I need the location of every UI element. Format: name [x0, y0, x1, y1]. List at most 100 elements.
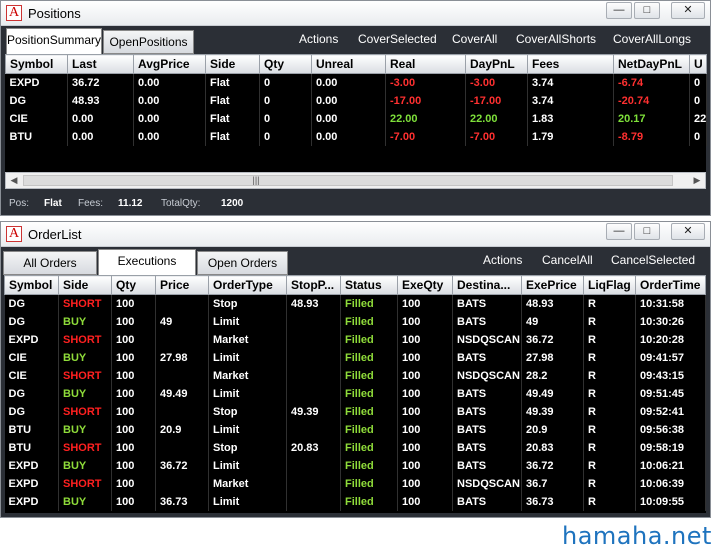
cell-exe-qty: 100	[397, 492, 453, 511]
tab-open-positions[interactable]: OpenPositions	[103, 30, 194, 54]
orderlist-window: A OrderList — □ ✕ All Orders Executions …	[0, 221, 711, 518]
table-row[interactable]: EXPD SHORT 100 Market Filled 100 NSDQSCAN 36.7 R…	[4, 474, 706, 493]
tab-open-orders[interactable]: Open Orders	[197, 251, 288, 275]
cell-qty: 100	[111, 384, 156, 403]
col-last[interactable]: Last	[67, 54, 134, 74]
cell-exe-qty: 100	[397, 420, 453, 439]
close-button[interactable]: ✕	[671, 2, 705, 19]
table-row[interactable]: CIE 0.00 0.00 Flat 0 0.00 22.00 22.00 1.…	[5, 109, 707, 128]
cell-liq-flag: R	[583, 348, 636, 367]
col-status[interactable]: Status	[340, 275, 398, 295]
minimize-button[interactable]: —	[606, 223, 632, 240]
cell-order-time: 10:20:28	[635, 330, 706, 349]
cover-all-shorts-button[interactable]: CoverAllShorts	[516, 32, 596, 46]
col-real[interactable]: Real	[385, 54, 466, 74]
table-row[interactable]: CIE BUY 100 27.98 Limit Filled 100 BATS 27.98 R 09…	[4, 348, 706, 367]
col-qty[interactable]: Qty	[259, 54, 312, 74]
col-qty[interactable]: Qty	[111, 275, 156, 295]
cell-exe-price: 20.9	[521, 420, 584, 439]
cell-stop-price	[286, 474, 341, 493]
cell-last: 36.72	[67, 73, 134, 92]
table-row[interactable]: BTU BUY 100 20.9 Limit Filled 100 BATS 20.9 R 09:5…	[4, 420, 706, 439]
col-day-pnl[interactable]: DayPnL	[465, 54, 528, 74]
col-exe-price[interactable]: ExePrice	[521, 275, 584, 295]
col-symbol[interactable]: Symbol	[4, 275, 59, 295]
col-unreal[interactable]: Unreal	[311, 54, 386, 74]
cell-qty: 100	[111, 456, 156, 475]
col-order-time[interactable]: OrderTime	[635, 275, 706, 295]
positions-tabbar: PositionSummary OpenPositions Actions Co…	[1, 26, 710, 54]
positions-titlebar[interactable]: A Positions — □ ✕	[1, 1, 710, 26]
table-row[interactable]: EXPD BUY 100 36.72 Limit Filled 100 BATS 36.72 R 1…	[4, 456, 706, 475]
col-order-type[interactable]: OrderType	[208, 275, 287, 295]
cell-fees: 3.74	[527, 73, 614, 92]
cover-all-button[interactable]: CoverAll	[452, 32, 497, 46]
cell-stop-price	[286, 366, 341, 385]
cell-day-pnl: -7.00	[465, 127, 528, 146]
cell-exe-price: 36.73	[521, 492, 584, 511]
cell-order-time: 09:43:15	[635, 366, 706, 385]
table-row[interactable]: CIE SHORT 100 Market Filled 100 NSDQSCAN 28.2 R 0…	[4, 366, 706, 385]
table-row[interactable]: DG BUY 100 49 Limit Filled 100 BATS 49 R 10:30:26	[4, 312, 706, 331]
col-fees[interactable]: Fees	[527, 54, 614, 74]
col-avg-price[interactable]: AvgPrice	[133, 54, 206, 74]
table-row[interactable]: DG 48.93 0.00 Flat 0 0.00 -17.00 -17.00 …	[5, 91, 707, 110]
col-exe-qty[interactable]: ExeQty	[397, 275, 453, 295]
maximize-button[interactable]: □	[634, 2, 660, 19]
cell-order-type: Limit	[208, 492, 287, 511]
cell-exe-price: 49	[521, 312, 584, 331]
orderlist-titlebar[interactable]: A OrderList — □ ✕	[1, 222, 710, 247]
cell-exe-price: 20.83	[521, 438, 584, 457]
scroll-left-icon[interactable]: ◀	[6, 173, 22, 188]
col-liq-flag[interactable]: LiqFlag	[583, 275, 636, 295]
tab-all-orders[interactable]: All Orders	[3, 251, 97, 275]
cell-last: 0.00	[67, 109, 134, 128]
cell-price	[155, 366, 209, 385]
table-row[interactable]: EXPD 36.72 0.00 Flat 0 0.00 -3.00 -3.00 …	[5, 73, 707, 92]
table-row[interactable]: BTU 0.00 0.00 Flat 0 0.00 -7.00 -7.00 1.…	[5, 127, 707, 146]
col-side[interactable]: Side	[58, 275, 112, 295]
close-button[interactable]: ✕	[671, 223, 705, 240]
cell-status: Filled	[340, 384, 398, 403]
col-symbol[interactable]: Symbol	[5, 54, 68, 74]
col-u[interactable]: U	[689, 54, 707, 74]
minimize-button[interactable]: —	[606, 2, 632, 19]
positions-hscrollbar[interactable]: ◀ ||| ▶	[5, 172, 706, 189]
cell-destination: NSDQSCAN	[452, 474, 522, 493]
scroll-right-icon[interactable]: ▶	[689, 173, 705, 188]
cell-destination: BATS	[452, 312, 522, 331]
scroll-thumb[interactable]	[23, 175, 673, 186]
cell-qty: 0	[259, 127, 312, 146]
cell-price: 36.73	[155, 492, 209, 511]
cancel-all-button[interactable]: CancelAll	[542, 253, 593, 267]
cell-exe-qty: 100	[397, 312, 453, 331]
table-row[interactable]: DG SHORT 100 Stop 49.39 Filled 100 BATS 49.39 R 09…	[4, 402, 706, 421]
positions-title: Positions	[28, 6, 81, 21]
actions-menu[interactable]: Actions	[483, 253, 522, 267]
actions-menu[interactable]: Actions	[299, 32, 338, 46]
table-row[interactable]: BTU SHORT 100 Stop 20.83 Filled 100 BATS 20.83 R 0…	[4, 438, 706, 457]
cell-liq-flag: R	[583, 402, 636, 421]
col-side[interactable]: Side	[205, 54, 260, 74]
tab-executions[interactable]: Executions	[98, 249, 196, 275]
table-row[interactable]: EXPD BUY 100 36.73 Limit Filled 100 BATS 36.73 R 1…	[4, 492, 706, 511]
maximize-button[interactable]: □	[634, 223, 660, 240]
cancel-selected-button[interactable]: CancelSelected	[611, 253, 695, 267]
col-price[interactable]: Price	[155, 275, 209, 295]
col-stop-price[interactable]: StopP...	[286, 275, 341, 295]
cell-side: BUY	[58, 348, 112, 367]
cell-symbol: EXPD	[4, 474, 59, 493]
orderlist-title: OrderList	[28, 227, 82, 242]
cell-real: -3.00	[385, 73, 466, 92]
table-row[interactable]: DG SHORT 100 Stop 48.93 Filled 100 BATS 48.93 R 10…	[4, 294, 706, 313]
cell-symbol: CIE	[4, 366, 59, 385]
cover-selected-button[interactable]: CoverSelected	[358, 32, 437, 46]
tab-position-summary[interactable]: PositionSummary	[6, 28, 102, 54]
col-destination[interactable]: Destina...	[452, 275, 522, 295]
table-row[interactable]: EXPD SHORT 100 Market Filled 100 NSDQSCAN 36.72…	[4, 330, 706, 349]
cell-qty: 100	[111, 474, 156, 493]
col-net-day-pnl[interactable]: NetDayPnL	[613, 54, 690, 74]
table-row[interactable]: DG BUY 100 49.49 Limit Filled 100 BATS 49.49 R 09:…	[4, 384, 706, 403]
cell-side: Flat	[205, 109, 260, 128]
cover-all-longs-button[interactable]: CoverAllLongs	[613, 32, 691, 46]
